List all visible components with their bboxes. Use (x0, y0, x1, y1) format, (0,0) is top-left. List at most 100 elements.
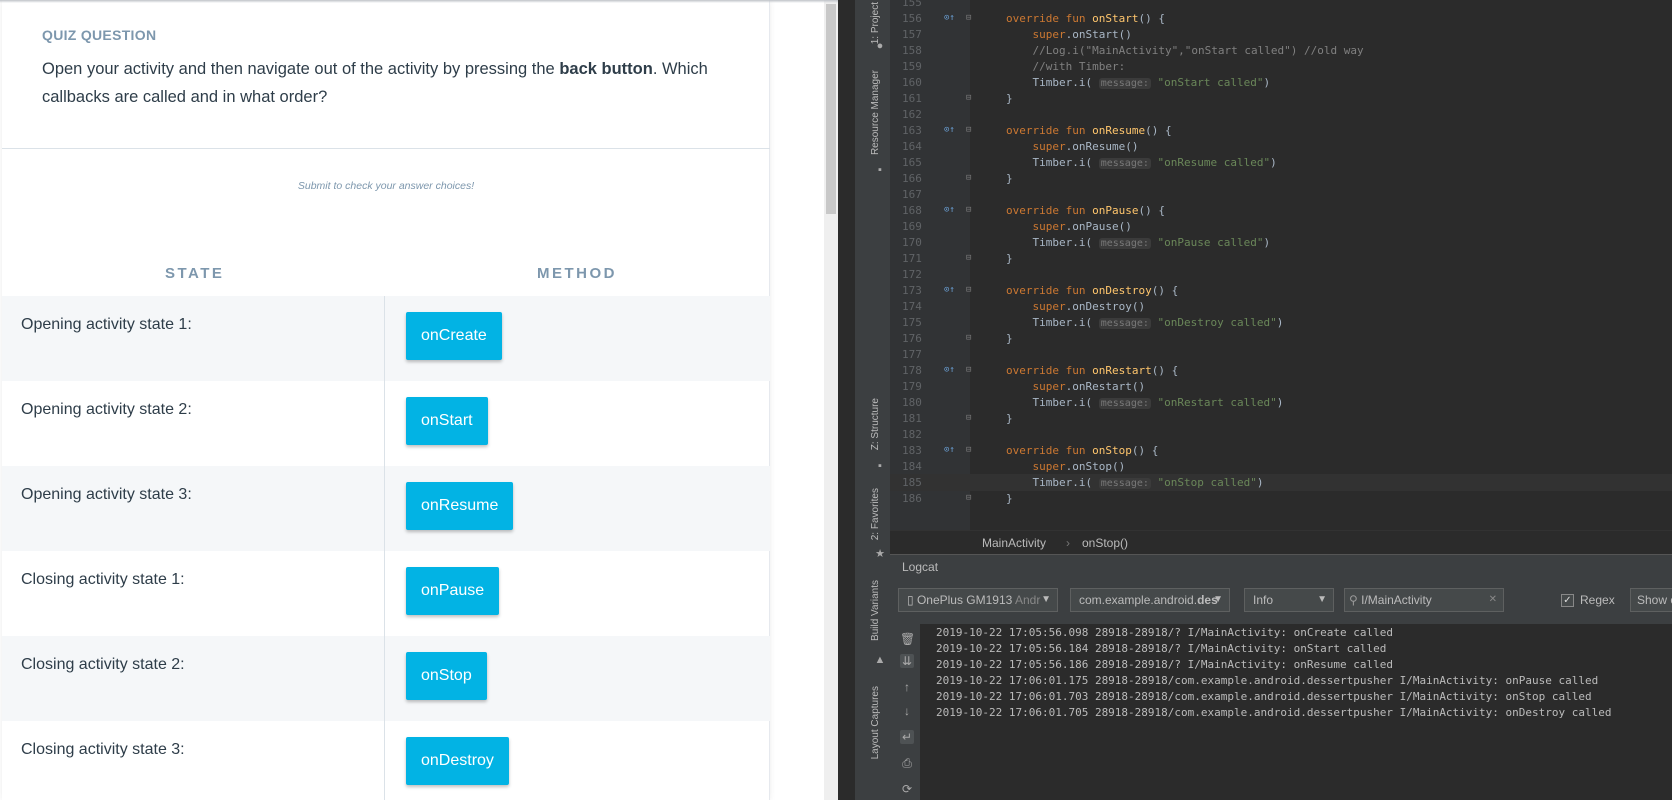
method-chip[interactable]: onPause (406, 567, 500, 615)
code-line[interactable]: 157 super.onStart() (890, 26, 1672, 43)
device-select[interactable]: ▯ OnePlus GM1913 Andr ▼ (898, 588, 1058, 612)
code-line[interactable]: 185 Timber.i( message: "onStop called") (890, 474, 1672, 491)
fold-icon[interactable]: ⊟ (966, 330, 971, 347)
fold-icon[interactable]: ⊟ (966, 250, 971, 267)
code-line[interactable]: 162 (890, 106, 1672, 123)
method-chip[interactable]: onCreate (406, 312, 502, 360)
method-chip[interactable]: onResume (406, 482, 514, 530)
fold-icon[interactable]: ⊟ (966, 410, 971, 427)
trash-icon[interactable]: 🗑 (900, 632, 915, 646)
code-line[interactable]: 163 ⊙↑ ⊟ override fun onResume() { (890, 122, 1672, 139)
code-line[interactable]: 183 ⊙↑ ⊟ override fun onStop() { (890, 442, 1672, 459)
show-only-selected-select[interactable]: Show o (1630, 588, 1672, 612)
code-line[interactable]: 167 (890, 186, 1672, 203)
breadcrumb-method[interactable]: onStop() (1082, 536, 1128, 550)
log-line[interactable]: 2019-10-22 17:05:56.184 28918-28918/? I/… (936, 640, 1386, 657)
breadcrumb-class[interactable]: MainActivity (982, 536, 1046, 550)
code-line[interactable]: 160 Timber.i( message: "onStart called") (890, 74, 1672, 91)
method-chip[interactable]: onDestroy (406, 737, 509, 785)
code-line[interactable]: 174 super.onDestroy() (890, 298, 1672, 315)
android-icon[interactable]: ● (874, 40, 886, 52)
star-icon[interactable]: ★ (874, 548, 886, 560)
side-tab[interactable]: 1: Project (870, 2, 890, 44)
code-line[interactable]: 168 ⊙↑ ⊟ override fun onPause() { (890, 202, 1672, 219)
line-number: 180 (902, 396, 922, 409)
line-number: 171 (902, 252, 922, 265)
override-marker-icon[interactable]: ⊙↑ (944, 122, 955, 139)
log-level-select[interactable]: Info ▼ (1244, 588, 1334, 612)
build-icon[interactable]: ▲ (874, 654, 886, 666)
log-line[interactable]: 2019-10-22 17:06:01.705 28918-28918/com.… (936, 704, 1612, 721)
code-line[interactable]: 170 Timber.i( message: "onPause called") (890, 234, 1672, 251)
log-line[interactable]: 2019-10-22 17:05:56.186 28918-28918/? I/… (936, 656, 1393, 673)
code-line[interactable]: 173 ⊙↑ ⊟ override fun onDestroy() { (890, 282, 1672, 299)
log-line[interactable]: 2019-10-22 17:06:01.703 28918-28918/com.… (936, 688, 1592, 705)
override-marker-icon[interactable]: ⊙↑ (944, 282, 955, 299)
print-icon[interactable]: ⎙ (900, 756, 914, 770)
code-editor[interactable]: 155 156 ⊙↑ ⊟ override fun onStart() {157 sup… (890, 0, 1672, 530)
fold-icon[interactable]: ⊟ (966, 170, 971, 187)
table-row: Closing activity state 3: onDestroy (2, 721, 770, 800)
fold-icon[interactable]: ⊟ (966, 122, 971, 139)
fold-icon[interactable]: ⊟ (966, 362, 971, 379)
code-line[interactable]: 181 ⊟} (890, 410, 1672, 427)
override-marker-icon[interactable]: ⊙↑ (944, 10, 955, 27)
resource-icon[interactable]: ▪ (874, 164, 886, 176)
override-marker-icon[interactable]: ⊙↑ (944, 442, 955, 459)
code-line[interactable]: 159 //with Timber: (890, 58, 1672, 75)
logcat-output[interactable]: 2019-10-22 17:05:56.098 28918-28918/? I/… (920, 624, 1672, 800)
up-arrow-icon[interactable]: ↑ (900, 680, 914, 694)
fold-icon[interactable]: ⊟ (966, 90, 971, 107)
code-line[interactable]: 184 super.onStop() (890, 458, 1672, 475)
logcat-search-input[interactable]: ⚲ I/MainActivity ✕ (1344, 588, 1504, 612)
side-tab[interactable]: Resource Manager (870, 70, 890, 155)
code-line[interactable]: 175 Timber.i( message: "onDestroy called… (890, 314, 1672, 331)
code-line[interactable]: 180 Timber.i( message: "onRestart called… (890, 394, 1672, 411)
code-line[interactable]: 178 ⊙↑ ⊟ override fun onRestart() { (890, 362, 1672, 379)
fold-icon[interactable]: ⊟ (966, 442, 971, 459)
side-tab[interactable]: Z: Structure (870, 398, 890, 450)
log-line[interactable]: 2019-10-22 17:05:56.098 28918-28918/? I/… (936, 624, 1393, 641)
code-line[interactable]: 156 ⊙↑ ⊟ override fun onStart() { (890, 10, 1672, 27)
editor-scrollbar[interactable] (854, 0, 870, 800)
divider (2, 148, 770, 149)
side-tab[interactable]: Layout Captures (870, 686, 890, 759)
clear-icon[interactable]: ✕ (1489, 589, 1497, 611)
method-chip[interactable]: onStart (406, 397, 488, 445)
state-label: Closing activity state 2: (21, 656, 185, 673)
code-line[interactable]: 177 (890, 346, 1672, 363)
side-tab[interactable]: Build Variants (870, 580, 890, 641)
code-line[interactable]: 182 (890, 426, 1672, 443)
code-line[interactable]: 171 ⊟} (890, 250, 1672, 267)
scroll-to-end-icon[interactable]: ⇊ (900, 654, 914, 668)
down-arrow-icon[interactable]: ↓ (900, 704, 914, 718)
package-select[interactable]: com.example.android.des ▼ (1070, 588, 1230, 612)
table-row: Closing activity state 2: onStop (2, 636, 770, 721)
method-chip[interactable]: onStop (406, 652, 487, 700)
code-line[interactable]: 172 (890, 266, 1672, 283)
soft-wrap-icon[interactable]: ↵ (900, 730, 914, 744)
fold-icon[interactable]: ⊟ (966, 490, 971, 507)
fold-icon[interactable]: ⊟ (966, 282, 971, 299)
code-line[interactable]: 186 ⊟} (890, 490, 1672, 507)
fold-icon[interactable]: ⊟ (966, 202, 971, 219)
code-line[interactable]: 165 Timber.i( message: "onResume called"… (890, 154, 1672, 171)
code-line[interactable]: 164 super.onResume() (890, 138, 1672, 155)
code-line[interactable]: 158 //Log.i("MainActivity","onStart call… (890, 42, 1672, 59)
override-marker-icon[interactable]: ⊙↑ (944, 362, 955, 379)
code-line[interactable]: 169 super.onPause() (890, 218, 1672, 235)
fold-icon[interactable]: ⊟ (966, 10, 971, 27)
code-text: } (1006, 412, 1013, 425)
log-line[interactable]: 2019-10-22 17:06:01.175 28918-28918/com.… (936, 672, 1598, 689)
page-scrollbar-thumb[interactable] (826, 4, 836, 214)
column-separator (384, 551, 385, 636)
override-marker-icon[interactable]: ⊙↑ (944, 202, 955, 219)
restart-icon[interactable]: ⟳ (900, 782, 914, 796)
structure-icon[interactable]: ▪ (874, 460, 886, 472)
code-line[interactable]: 161 ⊟} (890, 90, 1672, 107)
regex-checkbox[interactable]: ✓ (1561, 594, 1574, 607)
code-line[interactable]: 179 super.onRestart() (890, 378, 1672, 395)
code-line[interactable]: 166 ⊟} (890, 170, 1672, 187)
code-line[interactable]: 176 ⊟} (890, 330, 1672, 347)
side-tab[interactable]: 2: Favorites (870, 488, 890, 540)
